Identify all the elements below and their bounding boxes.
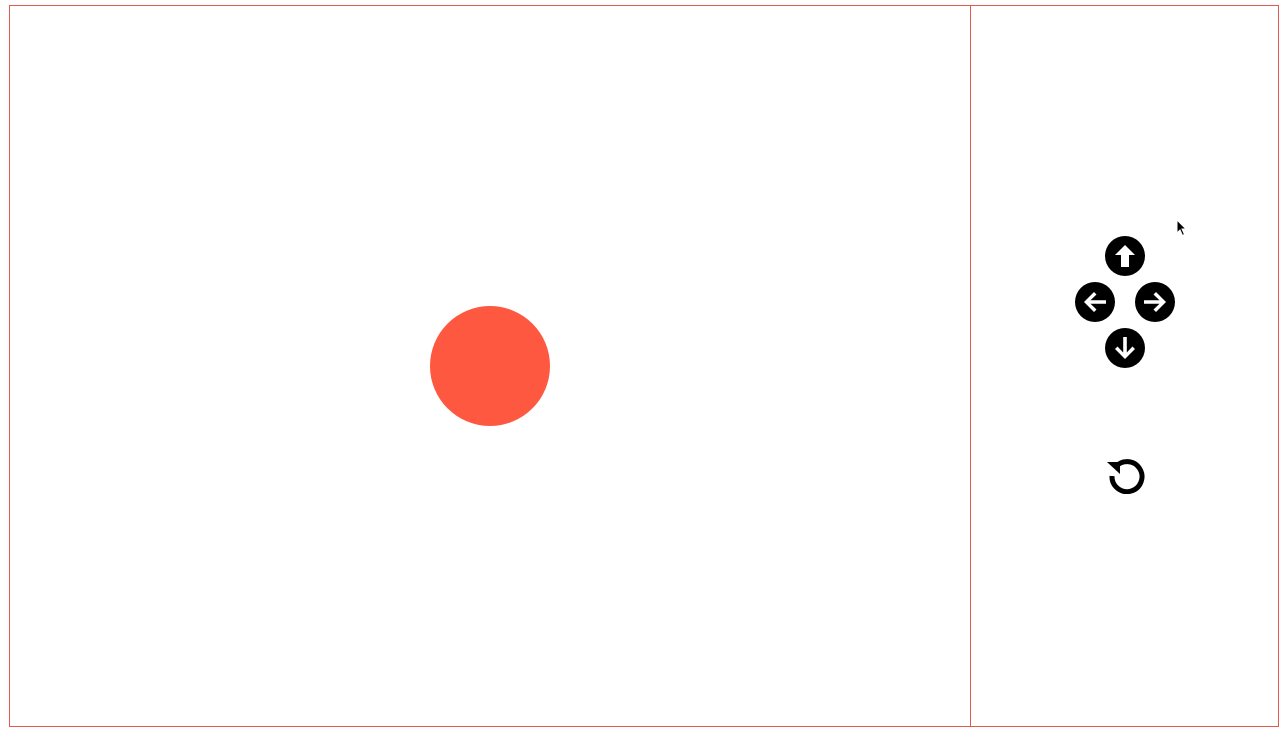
reset-button[interactable] <box>1105 454 1145 494</box>
reset-icon <box>1107 459 1145 494</box>
app-frame <box>9 5 1279 727</box>
move-up-button[interactable] <box>1105 236 1145 276</box>
game-stage <box>10 6 970 726</box>
ball <box>430 306 550 426</box>
arrow-right-icon <box>1135 282 1175 322</box>
arrow-left-icon <box>1075 282 1115 322</box>
move-right-button[interactable] <box>1135 282 1175 322</box>
arrow-down-icon <box>1105 328 1145 368</box>
move-left-button[interactable] <box>1075 282 1115 322</box>
arrow-up-icon <box>1105 236 1145 276</box>
move-down-button[interactable] <box>1105 328 1145 368</box>
controls-panel <box>971 6 1278 726</box>
